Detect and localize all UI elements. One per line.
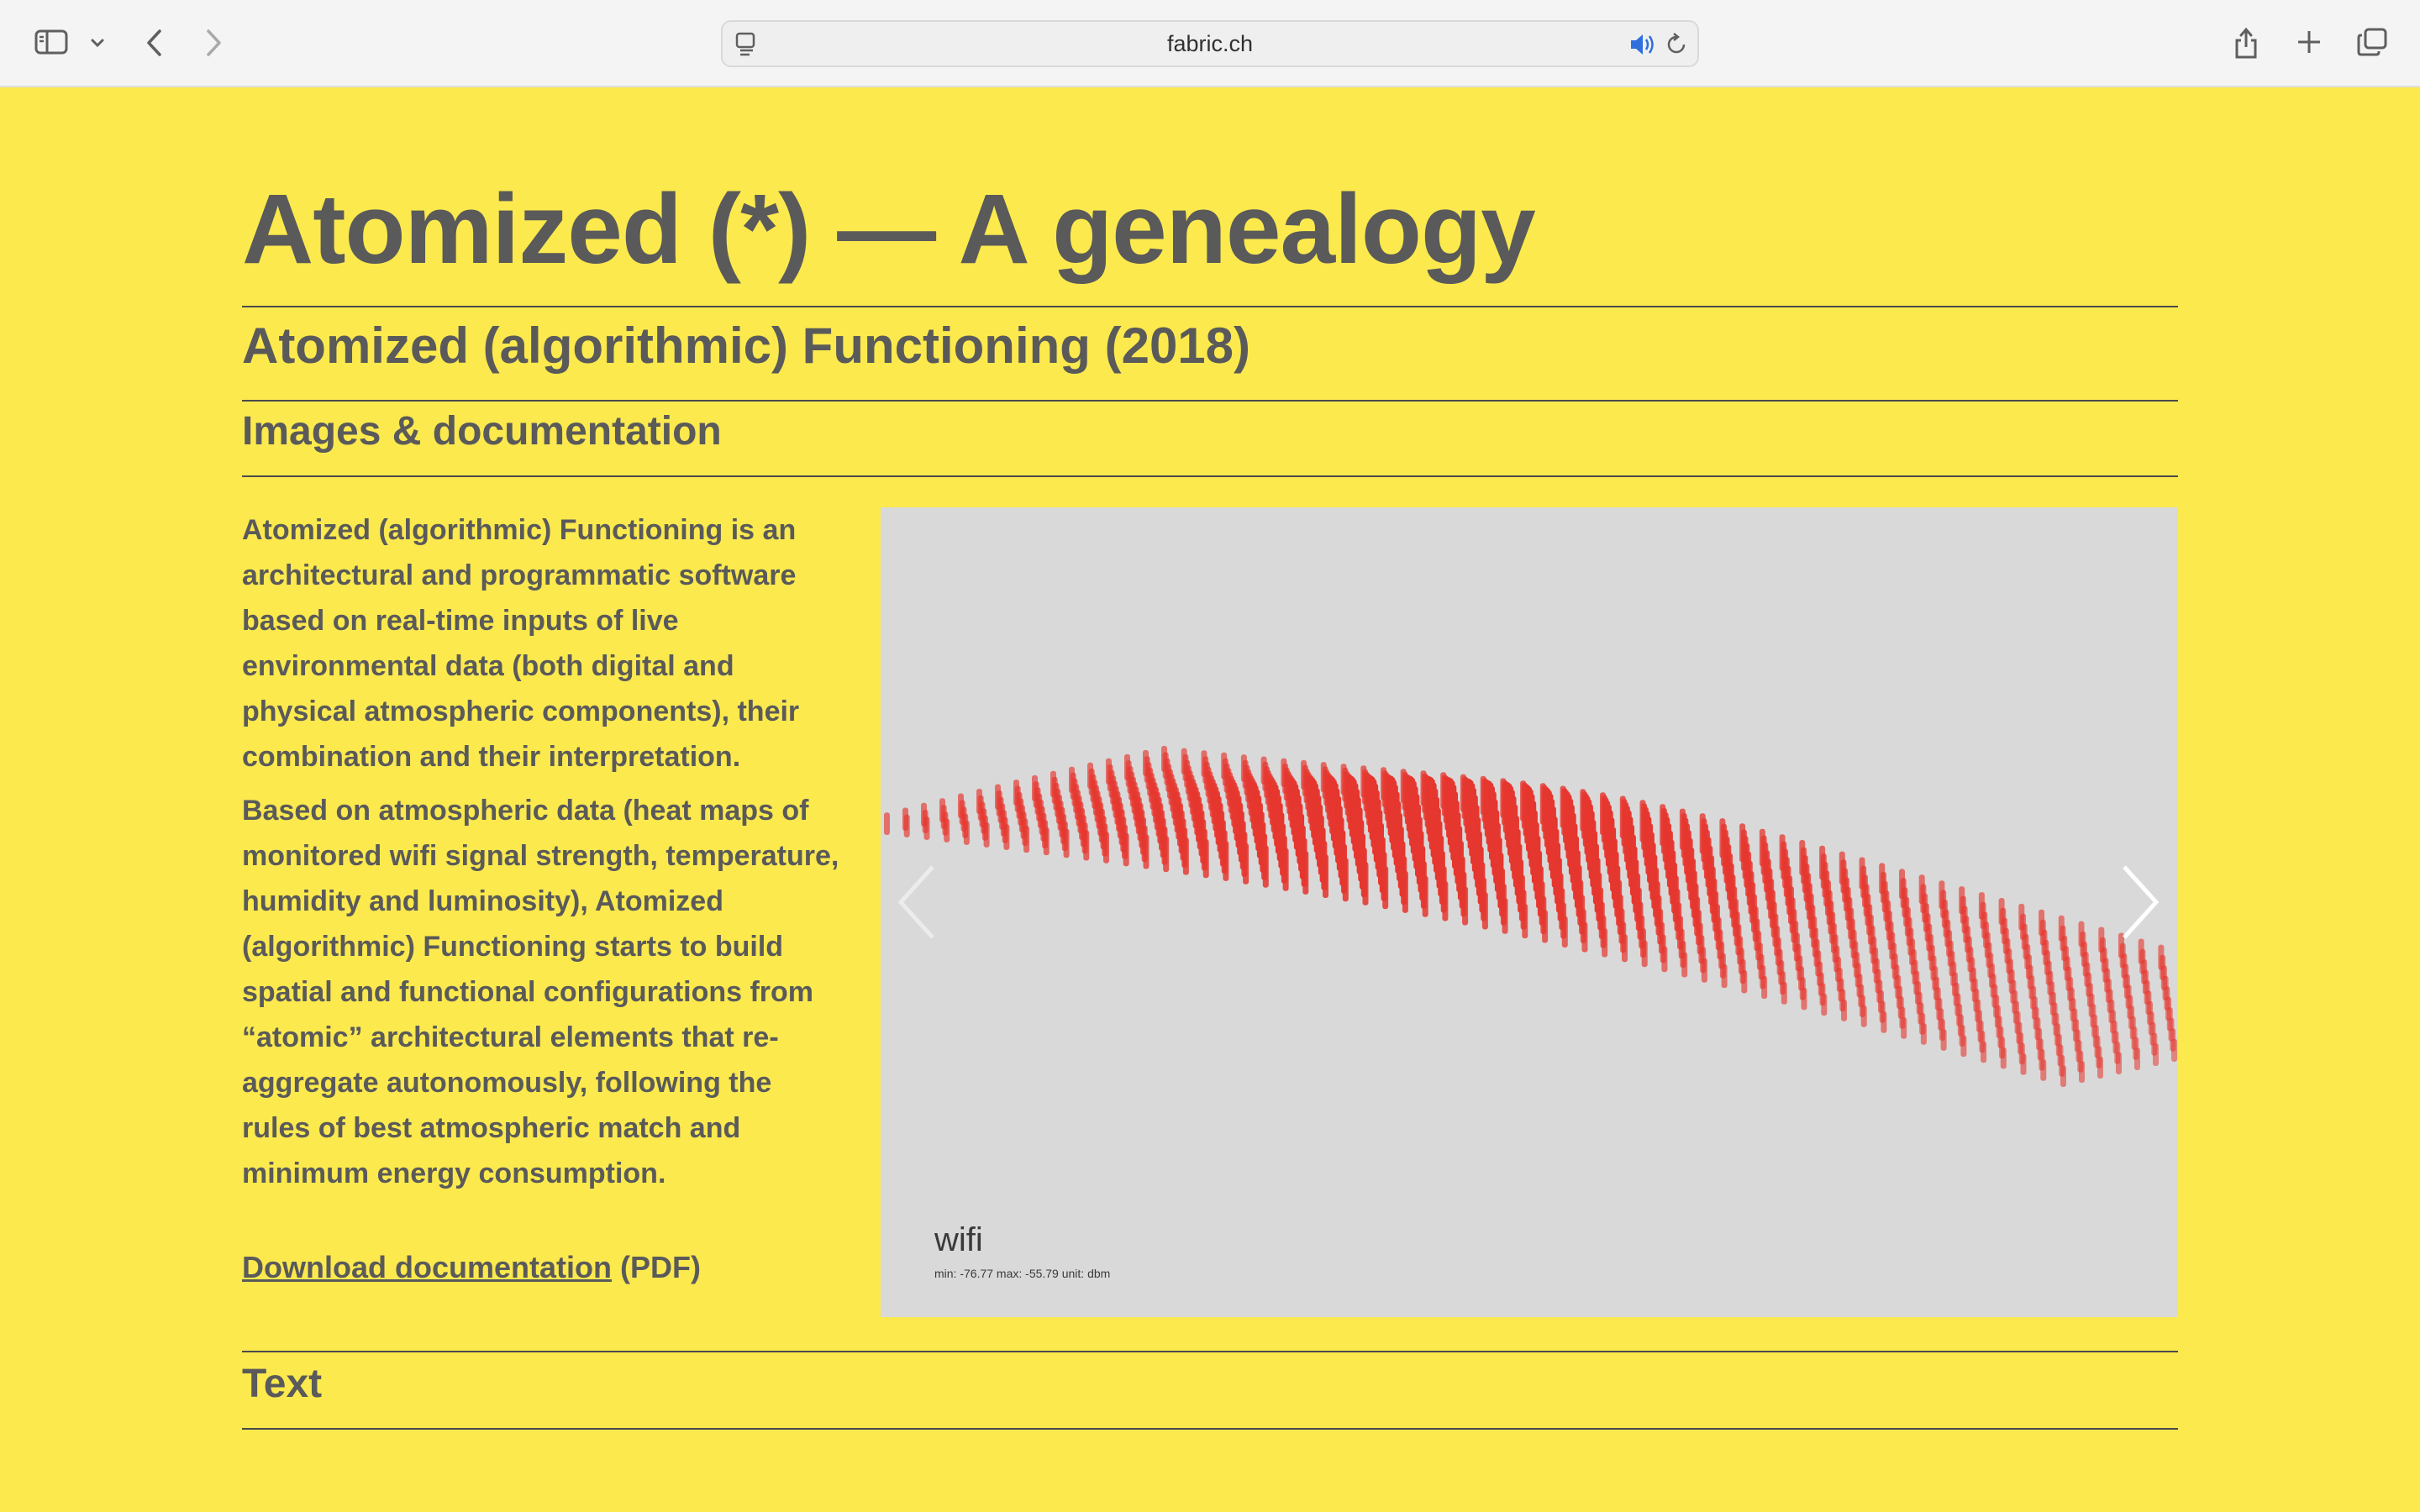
gallery-subcaption: min: -76.77 max: -55.79 unit: dbm xyxy=(934,1267,1111,1280)
section-title: Images & documentation xyxy=(242,409,722,454)
visualization-bar xyxy=(884,812,890,835)
visualization-bar xyxy=(1918,874,1925,905)
visualization-bar xyxy=(1281,758,1287,787)
visualization-bar xyxy=(1899,869,1905,900)
visualization-bar xyxy=(1400,769,1407,804)
visualization-bar xyxy=(1420,770,1427,806)
visualization-bar xyxy=(1106,758,1112,785)
visualization-bar xyxy=(939,798,945,822)
visualization-bar xyxy=(1779,834,1786,871)
visualization-bar xyxy=(1719,818,1726,858)
browser-toolbar: fabric.ch xyxy=(0,0,2420,87)
description-paragraph: Atomized (algorithmic) Functioning is an… xyxy=(242,514,800,773)
back-icon[interactable] xyxy=(139,25,168,60)
reload-icon[interactable] xyxy=(1664,32,1689,61)
divider xyxy=(242,306,2178,307)
download-line: Download documentation (PDF) xyxy=(242,1250,701,1285)
description: Atomized (algorithmic) Functioning is an… xyxy=(242,507,847,1205)
visualization-bar xyxy=(1839,851,1845,885)
tabs-overview-icon[interactable] xyxy=(2354,25,2390,59)
visualization-bar xyxy=(1260,756,1267,785)
visualization-bar xyxy=(1381,767,1386,801)
visualization-bar xyxy=(976,789,982,814)
address-bar[interactable]: fabric.ch xyxy=(721,20,1699,67)
visualization-bar xyxy=(1221,752,1228,780)
image-gallery[interactable]: wifi min: -76.77 max: -55.79 unit: dbm xyxy=(881,507,2178,1317)
visualization-bar xyxy=(1560,785,1566,828)
divider xyxy=(242,475,2178,477)
visualization-bar xyxy=(1069,766,1075,793)
visualization-bar xyxy=(1600,792,1606,836)
divider xyxy=(242,1351,2178,1352)
visualization-bar xyxy=(1087,762,1093,789)
visualization-bar xyxy=(2078,921,2085,948)
chevron-down-icon[interactable] xyxy=(87,34,108,52)
visualization-bar xyxy=(921,802,927,827)
visualization-bar xyxy=(1759,828,1765,867)
visualization-bar xyxy=(1859,857,1865,890)
visualization-bar xyxy=(1460,774,1466,812)
visualization-bar xyxy=(958,793,964,818)
visualization-bar xyxy=(1580,789,1586,832)
visualization-bar xyxy=(1500,778,1507,818)
divider xyxy=(242,1428,2178,1430)
chevron-left-icon[interactable] xyxy=(892,860,943,944)
visualization-bar xyxy=(1619,795,1626,839)
wifi-visualization-image xyxy=(884,745,2177,1087)
visualization-bar xyxy=(1539,783,1546,825)
divider xyxy=(242,400,2178,402)
url-text[interactable]: fabric.ch xyxy=(723,22,1697,66)
visualization-bar xyxy=(1679,808,1686,850)
visualization-bar xyxy=(1480,775,1486,816)
visualization-bar xyxy=(2039,909,2045,937)
visualization-bar xyxy=(1639,800,1646,843)
description-paragraph: Based on atmospheric data (heat maps of … xyxy=(242,795,839,1189)
download-format: (PDF) xyxy=(611,1250,701,1284)
visualization-bar xyxy=(1739,823,1746,863)
visualization-bar xyxy=(1819,845,1826,880)
visualization-bar xyxy=(1959,886,1965,915)
visualization-bar xyxy=(1939,880,1945,910)
gallery-caption: wifi xyxy=(934,1221,983,1258)
visualization-bar xyxy=(1320,762,1327,793)
visualization-bar xyxy=(2058,915,2065,942)
visualization-bar xyxy=(1124,753,1130,780)
visualization-bar xyxy=(1799,840,1806,876)
text-section-heading[interactable]: Text xyxy=(242,1364,322,1404)
visualization-bar xyxy=(1520,780,1527,822)
visualization-bar xyxy=(1340,764,1347,795)
visualization-bar xyxy=(1978,892,1985,920)
visualization-bar xyxy=(2018,903,2025,931)
visualization-bar xyxy=(1660,804,1666,847)
visualization-bar xyxy=(1013,780,1019,806)
visualization-bar xyxy=(1301,759,1307,790)
project-title: Atomized (algorithmic) Functioning (2018… xyxy=(242,318,1251,374)
visualization-bar xyxy=(1440,772,1447,809)
page-title: Atomized (*) — A genealogy xyxy=(242,174,1536,285)
visualization-bar xyxy=(995,784,1001,810)
visualization-bar xyxy=(1879,863,1886,895)
visualization-bar xyxy=(2158,944,2165,970)
visualization-bar xyxy=(2098,927,2105,953)
visualization-bar xyxy=(1181,748,1187,774)
visualization-bar xyxy=(1360,765,1367,798)
visualization-bar xyxy=(1201,750,1207,777)
forward-icon[interactable] xyxy=(200,25,229,60)
sidebar-icon[interactable] xyxy=(32,25,71,59)
visualization-bar xyxy=(1161,745,1167,772)
download-documentation-link[interactable]: Download documentation xyxy=(242,1250,612,1284)
visualization-bar xyxy=(1240,754,1247,782)
visualization-bar xyxy=(1050,770,1056,797)
plus-icon[interactable] xyxy=(2292,25,2326,59)
speaker-icon[interactable] xyxy=(1628,32,1657,61)
visualization-bar xyxy=(1143,749,1149,776)
visualization-bar xyxy=(902,807,908,831)
share-icon[interactable] xyxy=(2230,24,2262,62)
chevron-right-icon[interactable] xyxy=(2114,860,2165,944)
visualization-bar xyxy=(1699,813,1706,854)
visualization-bar xyxy=(1032,774,1038,801)
visualization-bar xyxy=(1998,898,2005,926)
